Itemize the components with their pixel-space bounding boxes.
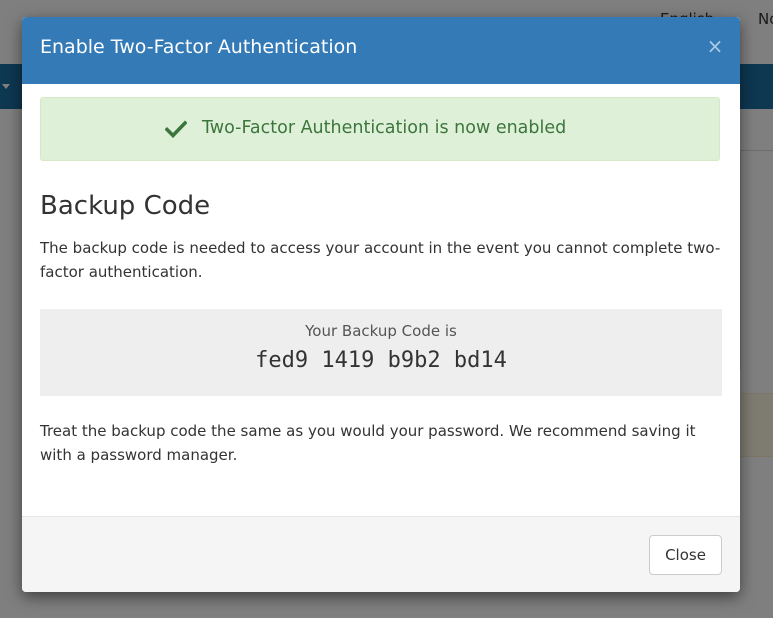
- modal-body: Two-Factor Authentication is now enabled…: [22, 84, 740, 516]
- modal-title: Enable Two-Factor Authentication: [40, 36, 358, 58]
- modal-header: Enable Two-Factor Authentication ×: [22, 17, 740, 84]
- success-alert-text: Two-Factor Authentication is now enabled: [202, 118, 567, 138]
- backup-code-note: Treat the backup code the same as you wo…: [40, 422, 696, 464]
- success-alert: Two-Factor Authentication is now enabled: [40, 97, 720, 161]
- checkmark-icon: [165, 120, 187, 138]
- backup-code-description: The backup code is needed to access your…: [40, 239, 721, 281]
- backup-code-heading: Backup Code: [40, 191, 211, 221]
- backup-code-value[interactable]: fed9 1419 b9b2 bd14: [40, 348, 722, 373]
- close-icon[interactable]: ×: [706, 35, 724, 57]
- backup-code-box: Your Backup Code is fed9 1419 b9b2 bd14: [40, 309, 722, 396]
- close-button[interactable]: Close: [649, 535, 722, 575]
- backup-code-label: Your Backup Code is: [305, 322, 457, 340]
- modal-footer: Close: [22, 516, 740, 592]
- two-factor-modal: Enable Two-Factor Authentication × Two-F…: [22, 17, 740, 592]
